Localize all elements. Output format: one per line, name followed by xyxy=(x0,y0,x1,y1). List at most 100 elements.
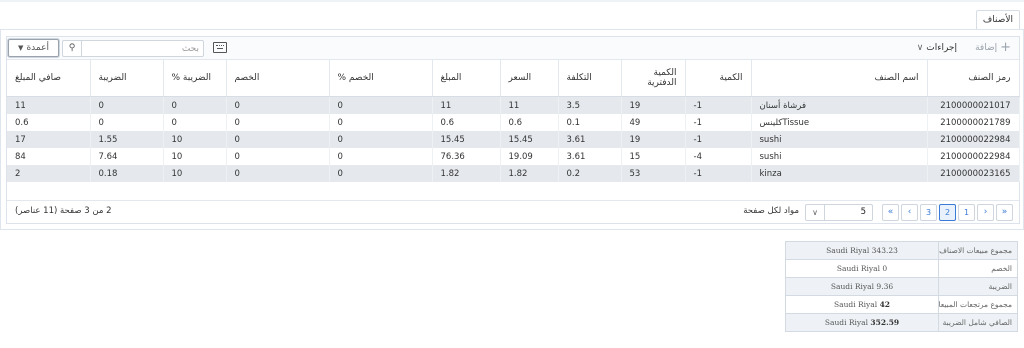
cell-amount: 0.6 xyxy=(432,114,501,131)
cell-cost: 0.1 xyxy=(558,114,622,131)
cell-book-quantity: 15 xyxy=(621,148,686,165)
cell-amount: 11 xyxy=(432,96,501,114)
totals-value: Saudi Riyal 42 xyxy=(785,295,939,314)
page-size-label: مواد لكل صفحة xyxy=(743,206,799,216)
totals-label: مجموع مرتجعات المبيعات xyxy=(938,295,1018,314)
search-input[interactable] xyxy=(85,41,203,56)
totals-amount: 42 xyxy=(879,300,890,309)
header-quantity[interactable]: الكمية xyxy=(685,60,752,97)
page-button-2[interactable]: 2 xyxy=(939,204,956,221)
cell-discount-percent: 0 xyxy=(329,165,433,182)
actions-dropdown[interactable]: إجراءات ∨ xyxy=(914,37,957,59)
cell-item-name: sushi xyxy=(751,131,928,148)
columns-button[interactable]: أعمدة▼ xyxy=(8,39,59,57)
cell-tax-percent: 10 xyxy=(163,148,227,165)
totals-row: الخصم Saudi Riyal 0 xyxy=(785,259,1018,278)
cell-item-name: فرشاة أسنان xyxy=(751,96,928,114)
cell-price: 11 xyxy=(500,96,559,114)
cell-price: 15.45 xyxy=(500,131,559,148)
keyboard-icon[interactable] xyxy=(213,42,227,53)
cell-price: 0.6 xyxy=(500,114,559,131)
cell-discount: 0 xyxy=(226,114,330,131)
cell-tax-percent: 10 xyxy=(163,131,227,148)
items-panel: +إضافة إجراءات ∨ أعمدة▼ ⚲ بحث رمز الصنف … xyxy=(0,29,1024,230)
tab-strip: الأصناف xyxy=(0,10,1024,30)
table-row[interactable]: 2100000022984 sushi 4- 15 3.61 19.09 76.… xyxy=(7,148,1020,165)
cell-amount: 15.45 xyxy=(432,131,501,148)
header-net-amount[interactable]: صافي المبلغ xyxy=(7,60,91,97)
caret-down-icon: ▼ xyxy=(18,44,24,52)
add-button[interactable]: +إضافة xyxy=(975,37,1011,59)
cell-item-name: kinza xyxy=(751,165,928,182)
last-page-button[interactable]: » xyxy=(882,204,899,221)
totals-value: Saudi Riyal 343.23 xyxy=(785,241,939,260)
chevron-down-icon: ∨ xyxy=(806,205,825,220)
header-tax[interactable]: الضريبة xyxy=(90,60,164,97)
cell-quantity: 1- xyxy=(685,131,752,148)
cell-price: 19.09 xyxy=(500,148,559,165)
cell-item-code: 2100000022984 xyxy=(927,131,1020,148)
page-info: 2 من 3 صفحة (11 عناصر) xyxy=(15,206,112,216)
cell-quantity: 1- xyxy=(685,165,752,182)
header-price[interactable]: السعر xyxy=(500,60,559,97)
cell-item-code: 2100000021017 xyxy=(927,96,1020,114)
cell-discount: 0 xyxy=(226,148,330,165)
totals-value: Saudi Riyal 9.36 xyxy=(785,277,939,296)
pagination-bar: « ‹ 1 2 3 › » 5 ∨ مواد لكل صفحة 2 من 3 ص… xyxy=(7,200,1019,223)
table-header-row: رمز الصنف اسم الصنف الكمية الكمية الدفتر… xyxy=(7,60,1020,97)
header-tax-percent[interactable]: الضريبة % xyxy=(163,60,227,97)
cell-item-name: Tissueكلينس xyxy=(751,114,928,131)
totals-currency: Saudi Riyal xyxy=(833,300,878,309)
header-item-name[interactable]: اسم الصنف xyxy=(751,60,928,97)
cell-discount: 0 xyxy=(226,96,330,114)
prev-page-button[interactable]: ‹ xyxy=(977,204,994,221)
cell-book-quantity: 19 xyxy=(621,96,686,114)
tab-items[interactable]: الأصناف xyxy=(975,10,1020,29)
first-page-button[interactable]: « xyxy=(996,204,1013,221)
cell-quantity: 1- xyxy=(685,96,752,114)
header-cost[interactable]: التكلفة xyxy=(558,60,622,97)
cell-net-amount: 2 xyxy=(7,165,91,182)
totals-row: الضريبة Saudi Riyal 9.36 xyxy=(785,277,1018,296)
page-button-3[interactable]: 3 xyxy=(920,204,937,221)
header-amount[interactable]: المبلغ xyxy=(432,60,501,97)
cell-cost: 3.61 xyxy=(558,148,622,165)
cell-quantity: 1- xyxy=(685,114,752,131)
cell-book-quantity: 19 xyxy=(621,131,686,148)
cell-discount: 0 xyxy=(226,131,330,148)
cell-net-amount: 17 xyxy=(7,131,91,148)
table-row[interactable]: 2100000021017 فرشاة أسنان 1- 19 3.5 11 1… xyxy=(7,96,1020,114)
table-row[interactable]: 2100000022984 sushi 1- 19 3.61 15.45 15.… xyxy=(7,131,1020,148)
items-grid: +إضافة إجراءات ∨ أعمدة▼ ⚲ بحث رمز الصنف … xyxy=(6,36,1020,224)
search-icon[interactable]: ⚲ xyxy=(63,41,82,56)
page-size-select[interactable]: 5 ∨ xyxy=(805,204,873,221)
cell-tax: 7.64 xyxy=(90,148,164,165)
cell-item-code: 2100000022984 xyxy=(927,148,1020,165)
cell-tax: 0.18 xyxy=(90,165,164,182)
cell-price: 1.82 xyxy=(500,165,559,182)
next-page-button[interactable]: › xyxy=(901,204,918,221)
cell-item-code: 2100000021789 xyxy=(927,114,1020,131)
columns-label: أعمدة xyxy=(26,43,49,53)
cell-discount-percent: 0 xyxy=(329,148,433,165)
cell-amount: 76.36 xyxy=(432,148,501,165)
totals-label: الصافي شامل الضريبة xyxy=(938,313,1018,332)
cell-book-quantity: 53 xyxy=(621,165,686,182)
cell-cost: 3.61 xyxy=(558,131,622,148)
page-size-value: 5 xyxy=(860,207,866,217)
totals-label: مجموع مبيعات الاصناف xyxy=(938,241,1018,260)
totals-amount: 352.59 xyxy=(870,318,900,327)
add-label: إضافة xyxy=(975,43,998,53)
header-item-code[interactable]: رمز الصنف xyxy=(927,60,1020,97)
cell-tax-percent: 0 xyxy=(163,114,227,131)
page-button-1[interactable]: 1 xyxy=(958,204,975,221)
header-discount[interactable]: الخصم xyxy=(226,60,330,97)
table-row[interactable]: 2100000021789 Tissueكلينس 1- 49 0.1 0.6 … xyxy=(7,114,1020,131)
totals-row: مجموع مبيعات الاصناف Saudi Riyal 343.23 xyxy=(785,241,1018,260)
totals-summary: مجموع مبيعات الاصناف Saudi Riyal 343.23 … xyxy=(785,241,1018,332)
header-discount-percent[interactable]: الخصم % xyxy=(329,60,433,97)
totals-currency: Saudi Riyal xyxy=(824,318,869,327)
table-row[interactable]: 2100000023165 kinza 1- 53 0.2 1.82 1.82 … xyxy=(7,165,1020,182)
header-book-quantity[interactable]: الكمية الدفترية xyxy=(621,60,686,97)
totals-row: مجموع مرتجعات المبيعات Saudi Riyal 42 xyxy=(785,295,1018,314)
